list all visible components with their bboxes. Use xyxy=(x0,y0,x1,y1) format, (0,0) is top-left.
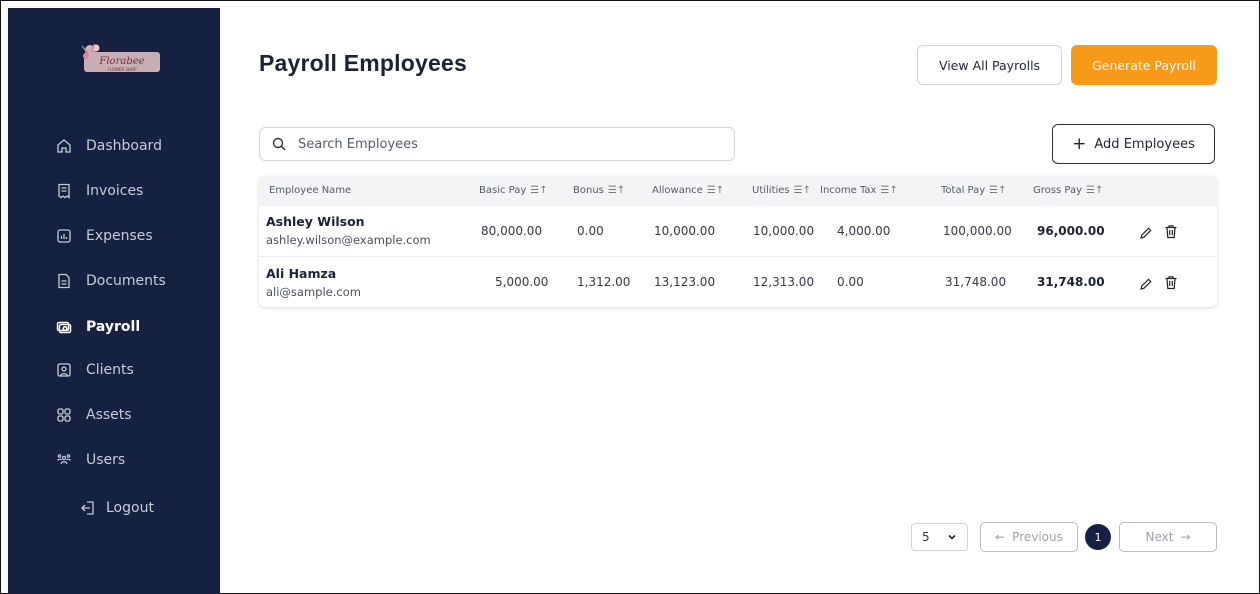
column-header-bonus[interactable]: Bonus ☰↑ xyxy=(573,185,625,196)
page-title: Payroll Employees xyxy=(259,50,467,76)
plus-icon: + xyxy=(1072,133,1087,154)
previous-label: Previous xyxy=(1012,530,1063,544)
sort-icon: ☰↑ xyxy=(989,185,1007,196)
column-header-basic-pay[interactable]: Basic Pay ☰↑ xyxy=(479,185,548,196)
bonus-cell: 0.00 xyxy=(577,224,604,238)
column-header-employee-name: Employee Name xyxy=(269,185,352,196)
sidebar-item-label: Invoices xyxy=(86,183,144,199)
trash-icon[interactable] xyxy=(1164,224,1178,239)
sidebar-item-label: Assets xyxy=(86,407,132,423)
logout-button[interactable]: Logout xyxy=(80,500,154,516)
page-size-value: 5 xyxy=(922,530,930,544)
sidebar-item-invoices[interactable]: Invoices xyxy=(56,180,143,202)
chart-file-icon xyxy=(56,228,72,244)
utilities-cell: 12,313.00 xyxy=(753,275,815,289)
allowance-cell: 10,000.00 xyxy=(654,224,716,238)
employee-name: Ashley Wilson xyxy=(266,214,365,229)
payroll-table: Employee Name Basic Pay ☰↑ Bonus ☰↑ Allowa… xyxy=(259,176,1217,307)
gross-pay-cell: 31,748.00 xyxy=(1037,275,1105,289)
add-employees-button[interactable]: + Add Employees xyxy=(1052,124,1215,164)
search-input[interactable] xyxy=(298,136,698,152)
employee-email: ali@sample.com xyxy=(266,285,361,299)
column-header-utilities[interactable]: Utilities ☰↑ xyxy=(752,185,811,196)
employee-email: ashley.wilson@example.com xyxy=(266,233,431,247)
money-icon xyxy=(56,319,72,335)
logout-icon xyxy=(80,500,96,516)
chevron-down-icon xyxy=(947,531,957,545)
column-header-total-pay[interactable]: Total Pay ☰↑ xyxy=(941,185,1007,196)
sort-icon: ☰↑ xyxy=(1085,185,1104,196)
trash-icon[interactable] xyxy=(1164,275,1178,290)
edit-icon[interactable] xyxy=(1139,225,1153,239)
table-row[interactable]: Ali Hamza ali@sample.com 5,000.00 1,312.… xyxy=(259,256,1217,306)
brand-logo[interactable]: Florabee FLOWER SHOP xyxy=(76,42,166,82)
arrow-left-icon: ← xyxy=(995,530,1006,544)
utilities-cell: 10,000.00 xyxy=(753,224,815,238)
grid-icon xyxy=(56,407,72,423)
receipt-icon xyxy=(56,183,72,199)
sidebar-item-label: Expenses xyxy=(86,228,153,244)
bonus-cell: 1,312.00 xyxy=(577,275,631,289)
next-label: Next xyxy=(1145,530,1174,544)
search-icon xyxy=(272,137,286,151)
column-header-gross-pay[interactable]: Gross Pay ☰↑ xyxy=(1033,185,1103,196)
next-page-button[interactable]: Next → xyxy=(1119,522,1217,552)
sidebar: Florabee FLOWER SHOP Dashboard Invoices … xyxy=(8,8,220,594)
users-icon xyxy=(56,452,72,468)
sidebar-item-label: Dashboard xyxy=(86,138,162,154)
table-row[interactable]: Ashley Wilson ashley.wilson@example.com … xyxy=(259,206,1217,256)
logout-label: Logout xyxy=(106,500,154,516)
page-number-button[interactable]: 1 xyxy=(1085,524,1111,550)
svg-text:FLOWER SHOP: FLOWER SHOP xyxy=(107,67,137,72)
edit-icon[interactable] xyxy=(1139,276,1153,290)
sidebar-item-label: Documents xyxy=(86,273,166,289)
sort-icon: ☰↑ xyxy=(793,185,811,196)
sidebar-item-clients[interactable]: Clients xyxy=(56,359,134,381)
sidebar-item-assets[interactable]: Assets xyxy=(56,404,132,426)
generate-payroll-button[interactable]: Generate Payroll xyxy=(1071,45,1217,85)
table-header: Employee Name Basic Pay ☰↑ Bonus ☰↑ Allowa… xyxy=(259,176,1217,206)
svg-text:Florabee: Florabee xyxy=(98,56,144,67)
column-header-allowance[interactable]: Allowance ☰↑ xyxy=(652,185,724,196)
home-icon xyxy=(56,138,72,154)
sort-icon: ☰↑ xyxy=(607,185,626,196)
add-employees-label: Add Employees xyxy=(1094,136,1195,152)
total-pay-cell: 31,748.00 xyxy=(945,275,1007,289)
sidebar-item-label: Payroll xyxy=(86,319,141,335)
sidebar-item-label: Users xyxy=(86,452,126,468)
income-tax-cell: 0.00 xyxy=(837,275,864,289)
document-icon xyxy=(56,273,72,289)
total-pay-cell: 100,000.00 xyxy=(943,224,1012,238)
allowance-cell: 13,123.00 xyxy=(654,275,716,289)
view-all-payrolls-button[interactable]: View All Payrolls xyxy=(917,45,1062,85)
column-header-income-tax[interactable]: Income Tax ☰↑ xyxy=(820,185,898,196)
basic-pay-cell: 5,000.00 xyxy=(495,275,549,289)
sidebar-item-label: Clients xyxy=(86,362,134,378)
arrow-right-icon: → xyxy=(1180,530,1191,544)
sidebar-item-payroll[interactable]: Payroll xyxy=(56,316,140,338)
sort-icon: ☰↑ xyxy=(530,185,548,196)
previous-page-button[interactable]: ← Previous xyxy=(980,522,1078,552)
gross-pay-cell: 96,000.00 xyxy=(1037,224,1105,238)
sort-icon: ☰↑ xyxy=(706,185,725,196)
search-box xyxy=(259,127,735,161)
sidebar-item-dashboard[interactable]: Dashboard xyxy=(56,135,162,157)
income-tax-cell: 4,000.00 xyxy=(837,224,891,238)
sort-icon: ☰↑ xyxy=(880,185,898,196)
sidebar-item-expenses[interactable]: Expenses xyxy=(56,225,153,247)
sidebar-item-documents[interactable]: Documents xyxy=(56,270,166,292)
employee-name: Ali Hamza xyxy=(266,266,337,281)
client-icon xyxy=(56,362,72,378)
sidebar-item-users[interactable]: Users xyxy=(56,449,125,471)
basic-pay-cell: 80,000.00 xyxy=(481,224,543,238)
page-size-select[interactable]: 5 xyxy=(911,523,968,551)
